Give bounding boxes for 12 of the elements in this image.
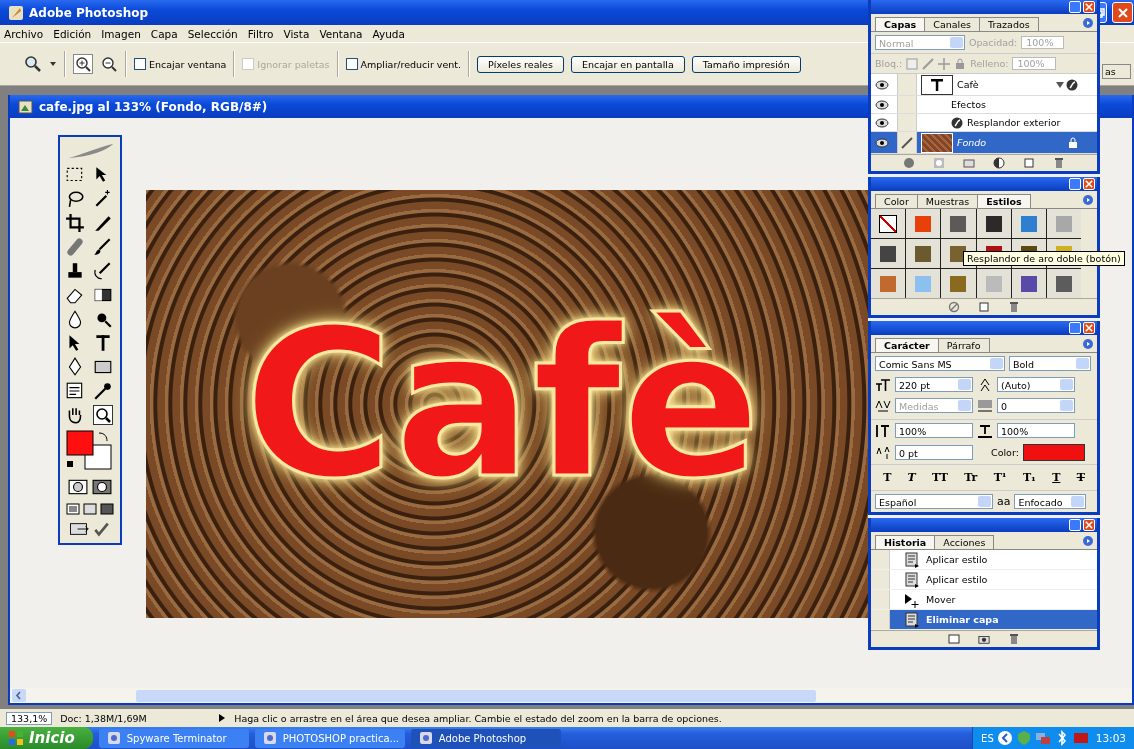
lock-label: Bloq.: [875,58,903,69]
color-label: Color: [991,447,1019,458]
clock: 13:03 [1095,732,1126,744]
fill-label: Relleno: [970,58,1009,69]
document-size: Doc: 1,38M/1,69M [60,712,148,724]
status-hint: Haga clic o arrastre en el área que desea ampliar. Cambie el estado del zoom en la barra de opciones. [234,712,722,724]
canvas-text: Cafè [243,301,761,507]
document-title: cafe.jpg al 133% (Fondo, RGB/8#) [39,99,268,114]
tooltip: Resplandor de aro doble (botón) [963,251,1125,266]
antialias-icon: aa [997,495,1011,508]
opacity-label: Opacidad: [969,37,1018,48]
window-title: Adobe Photoshop [29,5,149,20]
